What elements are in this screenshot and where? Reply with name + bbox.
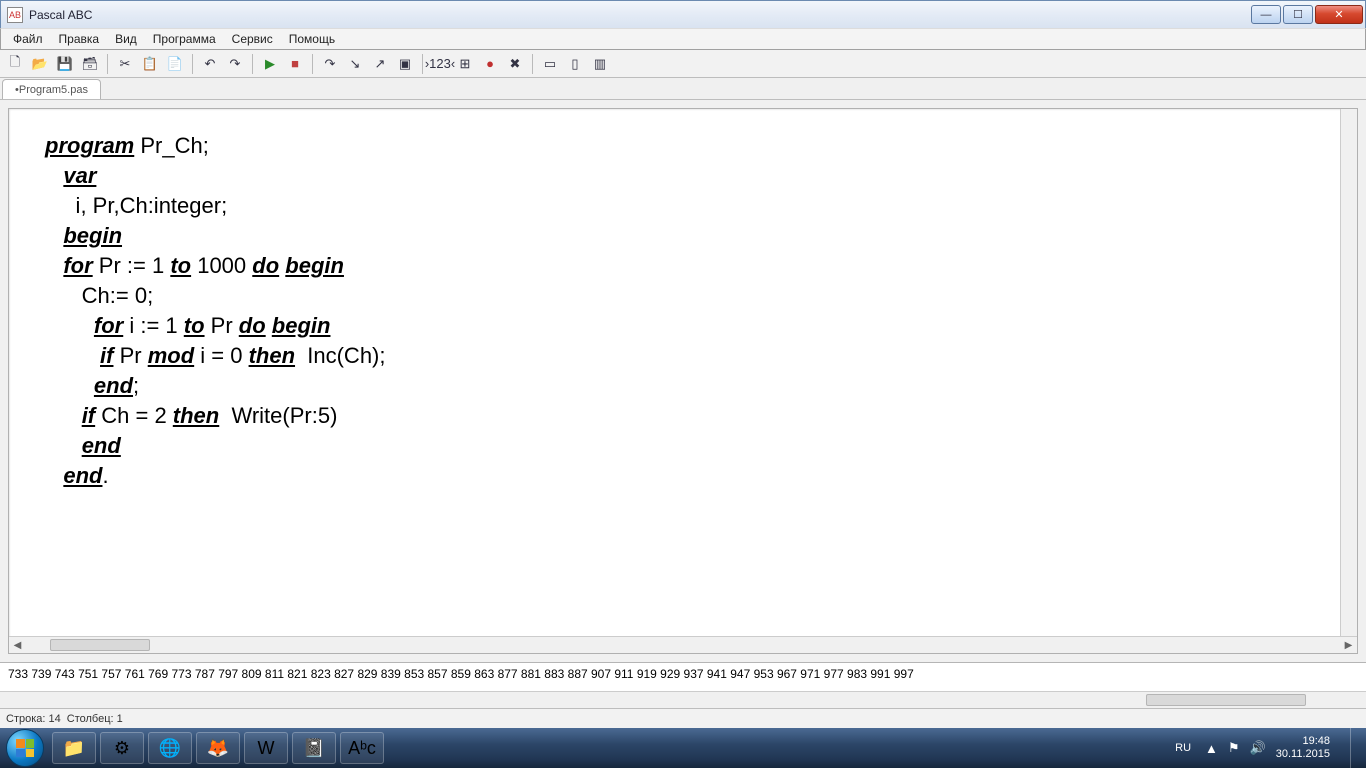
toolbar-separator <box>532 54 533 74</box>
window-controls: — ☐ ✕ <box>1249 5 1363 24</box>
action-center-icon[interactable]: ⚑ <box>1228 740 1240 756</box>
editor-box: program Pr_Ch; var i, Pr,Ch:integer; beg… <box>8 108 1358 654</box>
run-icon[interactable]: ▶ <box>259 53 281 75</box>
new-file-icon[interactable]: 🗋 <box>4 53 26 75</box>
watch-icon[interactable]: ›123‹ <box>429 53 451 75</box>
menu-вид[interactable]: Вид <box>107 30 145 48</box>
close-button[interactable]: ✕ <box>1315 5 1363 24</box>
toolbar-separator <box>192 54 193 74</box>
maximize-button[interactable]: ☐ <box>1283 5 1313 24</box>
panel1-icon[interactable]: ▭ <box>539 53 561 75</box>
show-desktop-button[interactable] <box>1350 728 1362 768</box>
run-to-cursor-icon[interactable]: ▣ <box>394 53 416 75</box>
title-bar: AB Pascal ABC — ☐ ✕ <box>0 0 1366 28</box>
panel3-icon[interactable]: ▥ <box>589 53 611 75</box>
toolbar: 🗋📂💾🗃✂📋📄↶↷▶■↷↘↗▣›123‹⊞●✖▭▯▥ <box>0 50 1366 78</box>
window-title: Pascal ABC <box>29 8 92 22</box>
mozilla-icon[interactable]: 🌐 <box>148 732 192 764</box>
save-all-icon[interactable]: 🗃 <box>79 53 101 75</box>
scroll-left-icon[interactable]: ◀ <box>9 637 26 654</box>
clock-time: 19:48 <box>1276 735 1330 748</box>
horizontal-scrollbar[interactable]: ◀ ▶ <box>9 636 1357 653</box>
copy-icon[interactable]: 📋 <box>139 53 161 75</box>
menu-программа[interactable]: Программа <box>145 30 224 48</box>
system-tray: RU ▲ ⚑ 🔊 19:48 30.11.2015 <box>1171 728 1362 768</box>
status-column: Столбец: 1 <box>67 713 123 725</box>
output-scrollbar[interactable] <box>0 691 1366 708</box>
pascal-abc-icon[interactable]: Aᵇc <box>340 732 384 764</box>
explorer-icon[interactable]: 📁 <box>52 732 96 764</box>
scroll-thumb[interactable] <box>50 639 150 651</box>
status-bar: Строка: 14 Столбец: 1 <box>0 708 1366 728</box>
menu-сервис[interactable]: Сервис <box>224 30 281 48</box>
word-icon[interactable]: W <box>244 732 288 764</box>
app-icon: AB <box>7 7 23 23</box>
output-panel: 733 739 743 751 757 761 769 773 787 797 … <box>0 662 1366 708</box>
tab-strip: •Program5.pas <box>0 78 1366 100</box>
clock-date: 30.11.2015 <box>1276 748 1330 761</box>
stop-icon[interactable]: ■ <box>284 53 306 75</box>
open-file-icon[interactable]: 📂 <box>29 53 51 75</box>
windows-logo-icon <box>16 739 34 757</box>
notes-icon[interactable]: 📓 <box>292 732 336 764</box>
toolbar-separator <box>422 54 423 74</box>
cut-icon[interactable]: ✂ <box>114 53 136 75</box>
menu-файл[interactable]: Файл <box>5 30 51 48</box>
toolbar-separator <box>107 54 108 74</box>
output-scroll-thumb[interactable] <box>1146 694 1306 706</box>
file-tab[interactable]: •Program5.pas <box>2 79 101 99</box>
start-button[interactable] <box>6 729 44 767</box>
save-icon[interactable]: 💾 <box>54 53 76 75</box>
paste-icon[interactable]: 📄 <box>164 53 186 75</box>
firefox-icon[interactable]: 🦊 <box>196 732 240 764</box>
app-window: AB Pascal ABC — ☐ ✕ ФайлПравкаВидПрограм… <box>0 0 1366 768</box>
menu-правка[interactable]: Правка <box>51 30 108 48</box>
minimize-button[interactable]: — <box>1251 5 1281 24</box>
clock[interactable]: 19:48 30.11.2015 <box>1276 735 1334 761</box>
toolbar-separator <box>312 54 313 74</box>
breakpoint-icon[interactable]: ● <box>479 53 501 75</box>
toolbar-separator <box>252 54 253 74</box>
menu-помощь[interactable]: Помощь <box>281 30 343 48</box>
vertical-scrollbar[interactable] <box>1340 109 1357 636</box>
status-line: Строка: 14 <box>6 713 61 725</box>
tray-flag-icon[interactable]: ▲ <box>1205 741 1218 756</box>
menu-bar: ФайлПравкаВидПрограммаСервисПомощь <box>0 28 1366 50</box>
step-into-icon[interactable]: ↘ <box>344 53 366 75</box>
undo-icon[interactable]: ↶ <box>199 53 221 75</box>
clear-icon[interactable]: ✖ <box>504 53 526 75</box>
editor-area: program Pr_Ch; var i, Pr,Ch:integer; beg… <box>0 100 1366 662</box>
redo-icon[interactable]: ↷ <box>224 53 246 75</box>
output-text: 733 739 743 751 757 761 769 773 787 797 … <box>8 667 914 681</box>
volume-icon[interactable]: 🔊 <box>1250 740 1266 756</box>
panel2-icon[interactable]: ▯ <box>564 53 586 75</box>
taskbar: 📁⚙🌐🦊W📓Aᵇc RU ▲ ⚑ 🔊 19:48 30.11.2015 <box>0 728 1366 768</box>
step-over-icon[interactable]: ↷ <box>319 53 341 75</box>
scroll-right-icon[interactable]: ▶ <box>1340 637 1357 654</box>
step-out-icon[interactable]: ↗ <box>369 53 391 75</box>
taskbar-apps: 📁⚙🌐🦊W📓Aᵇc <box>52 732 384 764</box>
code-editor[interactable]: program Pr_Ch; var i, Pr,Ch:integer; beg… <box>9 109 1357 513</box>
code-icon[interactable]: ⚙ <box>100 732 144 764</box>
language-indicator[interactable]: RU <box>1171 740 1195 756</box>
locals-icon[interactable]: ⊞ <box>454 53 476 75</box>
